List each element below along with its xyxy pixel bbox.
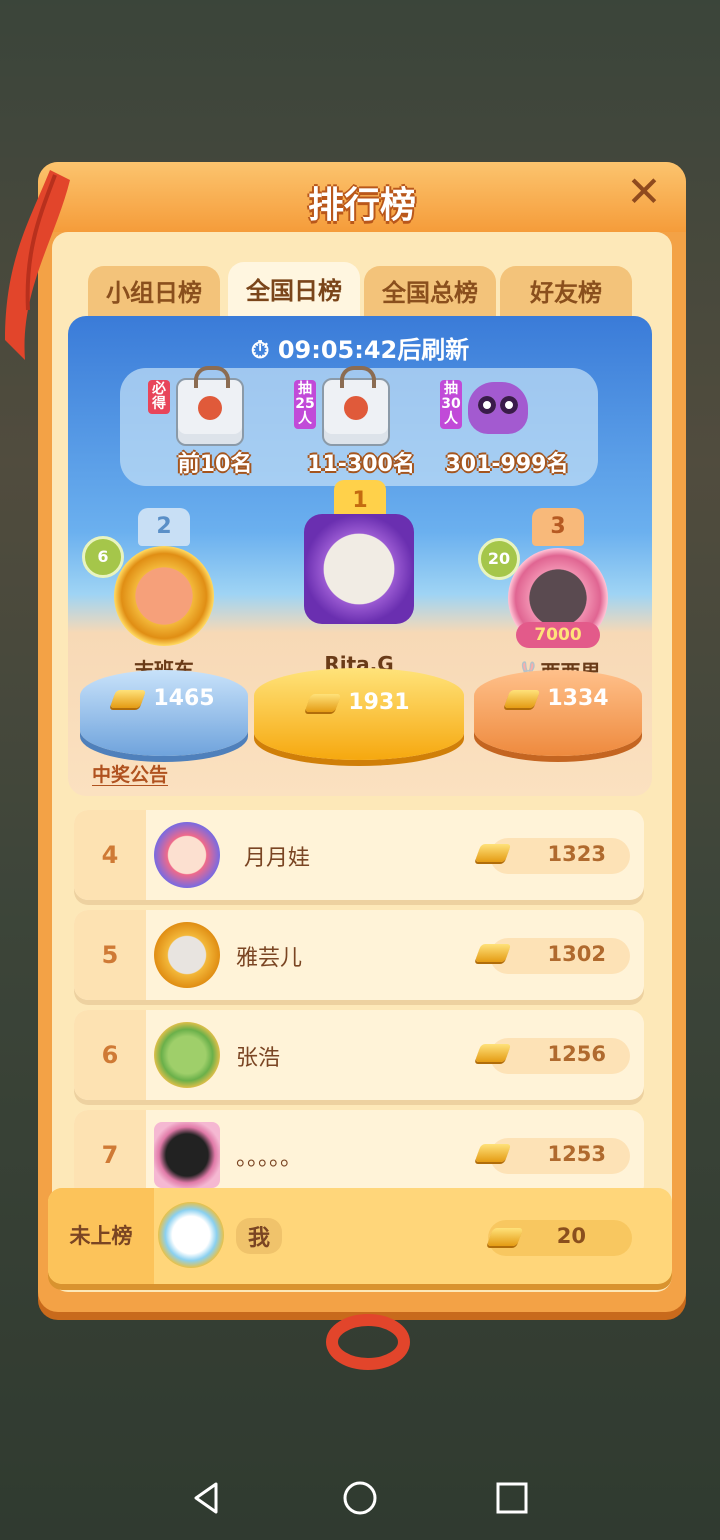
avatar: [154, 1022, 220, 1088]
reward-top10[interactable]: 必得 前10名: [140, 366, 290, 486]
avatar: [154, 1122, 220, 1188]
modal-title: 排行榜: [307, 185, 416, 226]
reward-tag: 抽30人: [440, 380, 462, 429]
player-score: 1302: [547, 942, 606, 966]
ribbon-bottom-decoration: [326, 1314, 410, 1370]
reward-301-999[interactable]: 抽30人 301-999名: [432, 368, 582, 486]
podium-third[interactable]: 3 20 7000 🐰西西里 1334: [470, 508, 646, 758]
player-score: 1253: [547, 1142, 606, 1166]
reward-label: 301-999名: [445, 452, 569, 477]
table-row[interactable]: 5 雅芸儿 1302: [74, 910, 644, 1000]
tab-national-total[interactable]: 全国总榜: [364, 266, 496, 320]
rank-number: 7: [74, 1110, 146, 1200]
player-name: 。。。。。: [236, 1146, 303, 1171]
refresh-timer: ⏱ 09:05:42后刷新: [68, 330, 652, 365]
score-badge: 7000: [516, 622, 600, 648]
my-rank-label: 未上榜: [48, 1188, 154, 1284]
gold-bar-icon: [110, 690, 147, 708]
rank-number: 4: [74, 810, 146, 900]
recent-apps-icon[interactable]: [492, 1478, 532, 1518]
podium-base: [80, 670, 248, 756]
tab-friends[interactable]: 好友榜: [500, 266, 632, 320]
rank-number: 5: [74, 910, 146, 1000]
my-name: 我: [236, 1218, 283, 1254]
score-value: 1931: [348, 690, 410, 715]
reward-11-300[interactable]: 抽25人 11-300名: [286, 366, 436, 486]
table-row[interactable]: 7 。。。。。 1253: [74, 1110, 644, 1200]
table-row[interactable]: 4 月月娃 1323: [74, 810, 644, 900]
crown-icon: 2: [138, 508, 190, 546]
back-icon[interactable]: [186, 1478, 226, 1518]
title-bar: 排行榜 ✕: [38, 162, 686, 232]
my-rank-row[interactable]: 未上榜 我 20: [48, 1188, 672, 1284]
crown-icon: 3: [532, 508, 584, 546]
gift-bag-icon: [176, 366, 244, 446]
reward-box[interactable]: 必得 前10名 抽25人 11-300名 抽30人 301-999名: [120, 366, 598, 486]
ribbon-decoration: [5, 170, 70, 360]
gold-bar-icon: [504, 690, 541, 708]
avatar: [154, 922, 220, 988]
level-badge: 20: [478, 538, 520, 580]
level-badge: 6: [82, 536, 124, 578]
podium-base: [474, 670, 642, 756]
podium-second[interactable]: 2 6 末班车 1465: [76, 508, 252, 758]
player-score: 1323: [547, 842, 606, 866]
system-navbar: [0, 1450, 720, 1540]
reward-label: 11-300名: [307, 452, 415, 477]
score-value: 1334: [547, 686, 609, 711]
avatar: [154, 822, 220, 888]
timer-text: 09:05:42后刷新: [277, 336, 470, 364]
close-icon[interactable]: ✕: [622, 170, 666, 214]
player-score: 1334: [470, 686, 646, 711]
reward-tag: 抽25人: [294, 380, 316, 429]
prize-announcement-link[interactable]: 中奖公告: [92, 760, 168, 787]
reward-label: 前10名: [177, 452, 253, 477]
home-icon[interactable]: [340, 1478, 380, 1518]
player-name: 雅芸儿: [236, 946, 303, 971]
tab-national-daily[interactable]: 全国日榜: [228, 262, 360, 320]
player-name: 张浩: [236, 1046, 281, 1071]
rank-number: 6: [74, 1010, 146, 1100]
gift-bag-icon: [322, 366, 390, 446]
clock-icon: ⏱: [250, 336, 278, 364]
score-value: 1465: [153, 686, 215, 711]
player-name: 月月娃: [244, 846, 311, 871]
owl-plush-icon: [468, 382, 528, 434]
player-score: 1256: [547, 1042, 606, 1066]
avatar: [114, 546, 214, 646]
tab-group-daily[interactable]: 小组日榜: [88, 266, 220, 320]
podium-first[interactable]: 1 Rita.G 1931: [252, 480, 466, 760]
avatar: [158, 1202, 224, 1268]
avatar: [304, 514, 414, 624]
table-row[interactable]: 6 张浩 1256: [74, 1010, 644, 1100]
my-score: 20: [556, 1224, 586, 1248]
player-score: 1931: [252, 690, 466, 715]
reward-tag: 必得: [148, 380, 170, 414]
gold-bar-icon: [305, 694, 342, 712]
player-score: 1465: [76, 686, 252, 711]
